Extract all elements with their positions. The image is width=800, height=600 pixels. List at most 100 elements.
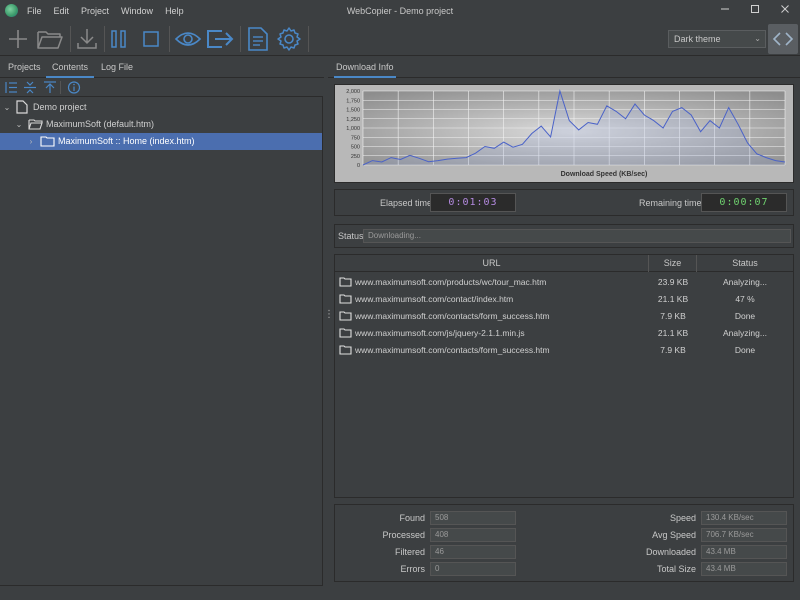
left-tab-bar: Projects Contents Log File xyxy=(0,57,324,78)
speed-chart-panel: 2,000 1,750 1,500 1,250 1,000 750 500 250 0 Downl… xyxy=(334,84,794,183)
downloaded-value: 43.4 MB xyxy=(701,545,787,559)
x-axis-label: Download Speed (KB/sec) xyxy=(561,171,648,178)
status-cell: Done xyxy=(734,345,756,355)
open-project-button[interactable] xyxy=(34,23,66,55)
avg-speed-label: Avg Speed xyxy=(652,530,696,540)
export-icon xyxy=(207,30,234,48)
theme-select[interactable]: Dark theme ⌄ xyxy=(668,30,766,48)
stop-button[interactable] xyxy=(135,23,167,55)
url-table: URL Size Status www.maximumsoft.com/prod… xyxy=(334,254,794,498)
table-row[interactable]: www.maximumsoft.com/contacts/form_succes… xyxy=(335,342,793,359)
status-cell: 47 % xyxy=(735,294,755,304)
size-cell: 21.1 KB xyxy=(657,294,689,304)
table-row[interactable]: www.maximumsoft.com/contact/index.htm 21… xyxy=(335,291,793,308)
new-project-button[interactable] xyxy=(2,23,34,55)
found-value: 508 xyxy=(430,511,516,525)
chevron-down-icon[interactable]: ⌄ xyxy=(2,99,12,116)
folder-icon xyxy=(40,136,55,147)
close-button[interactable] xyxy=(770,0,800,22)
table-row[interactable]: www.maximumsoft.com/products/wc/tour_mac… xyxy=(335,274,793,291)
total-size-label: Total Size xyxy=(656,564,696,574)
go-top-icon[interactable] xyxy=(43,81,57,94)
info-icon[interactable] xyxy=(67,81,81,94)
settings-button[interactable] xyxy=(273,23,305,55)
column-header-url[interactable]: URL xyxy=(335,255,649,272)
export-button[interactable] xyxy=(204,23,236,55)
minimize-button[interactable] xyxy=(710,0,740,22)
chevron-right-icon[interactable]: › xyxy=(26,133,36,150)
speed-label: Speed xyxy=(669,513,696,523)
processed-value: 408 xyxy=(430,528,516,542)
download-button[interactable] xyxy=(71,23,103,55)
close-icon xyxy=(781,5,789,13)
preview-button[interactable] xyxy=(172,23,204,55)
time-panel: Elapsed time 0:01:03 Remaining time 0:00… xyxy=(334,189,794,216)
tree-item-label: MaximumSoft :: Home (index.htm) xyxy=(58,136,195,146)
report-button[interactable] xyxy=(242,23,274,55)
folder-open-icon xyxy=(37,31,63,49)
panel-splitter[interactable]: ⋮ xyxy=(324,310,334,330)
menu-edit[interactable]: Edit xyxy=(54,0,70,22)
column-header-size[interactable]: Size xyxy=(649,255,697,272)
maximize-button[interactable] xyxy=(740,0,770,22)
status-panel: Status Downloading... xyxy=(334,224,794,248)
menu-file[interactable]: File xyxy=(27,0,42,22)
plus-icon xyxy=(9,30,27,48)
tab-download-info[interactable]: Download Info xyxy=(334,57,396,78)
collapse-all-icon[interactable] xyxy=(23,81,37,94)
menu-window[interactable]: Window xyxy=(121,0,153,22)
app-window: File Edit Project Window Help WebCopier … xyxy=(0,0,800,600)
folder-icon xyxy=(339,277,352,287)
size-cell: 21.1 KB xyxy=(657,328,689,338)
menu-bar: File Edit Project Window Help xyxy=(27,0,196,22)
download-speed-chart: 2,000 1,750 1,500 1,250 1,000 750 500 250 0 Downl… xyxy=(335,85,793,182)
tab-log-file[interactable]: Log File xyxy=(101,57,133,78)
elapsed-time-display: 0:01:03 xyxy=(430,193,516,212)
status-cell: Done xyxy=(734,311,756,321)
theme-select-value: Dark theme xyxy=(674,34,721,44)
folder-icon xyxy=(339,294,352,304)
tree-item-demo-project[interactable]: ⌄ Demo project xyxy=(0,99,322,116)
contents-tree: ⌄ Demo project ⌄ MaximumSoft (default.ht… xyxy=(0,96,323,586)
document-icon xyxy=(248,27,268,51)
y-tick-label: 1,750 xyxy=(346,98,360,104)
size-cell: 7.9 KB xyxy=(660,311,686,321)
y-tick-label: 500 xyxy=(351,145,360,151)
tree-item-label: Demo project xyxy=(33,102,87,112)
table-row[interactable]: www.maximumsoft.com/js/jquery-2.1.1.min.… xyxy=(335,325,793,342)
app-logo-icon xyxy=(5,4,18,17)
tree-item-maximumsoft-home[interactable]: › MaximumSoft :: Home (index.htm) xyxy=(0,133,322,150)
y-tick-label: 250 xyxy=(351,154,360,160)
status-field: Downloading... xyxy=(363,229,791,243)
url-cell: www.maximumsoft.com/products/wc/tour_mac… xyxy=(355,277,547,287)
menu-help[interactable]: Help xyxy=(165,0,184,22)
right-tab-bar: Download Info xyxy=(328,57,800,78)
status-cell: Analyzing... xyxy=(723,328,767,338)
title-bar: File Edit Project Window Help WebCopier … xyxy=(0,0,800,22)
table-row[interactable]: www.maximumsoft.com/contacts/form_succes… xyxy=(335,308,793,325)
column-header-status[interactable]: Status xyxy=(697,255,793,272)
maximize-icon xyxy=(751,5,759,13)
tree-item-maximumsoft-default[interactable]: ⌄ MaximumSoft (default.htm) xyxy=(0,116,322,133)
statistics-panel: Found 508 Processed 408 Filtered 46 Erro… xyxy=(334,504,794,582)
filtered-value: 46 xyxy=(430,545,516,559)
chevron-down-icon[interactable]: ⌄ xyxy=(14,116,24,133)
download-icon xyxy=(77,29,97,49)
y-tick-label: 1,000 xyxy=(346,126,360,132)
y-tick-label: 1,250 xyxy=(346,117,360,123)
tab-projects[interactable]: Projects xyxy=(8,57,41,78)
gear-icon xyxy=(277,27,301,51)
avg-speed-value: 706.7 KB/sec xyxy=(701,528,787,542)
code-view-button[interactable] xyxy=(768,24,798,54)
errors-value: 0 xyxy=(430,562,516,576)
table-header: URL Size Status xyxy=(335,255,793,272)
pause-button[interactable] xyxy=(103,23,135,55)
code-brackets-icon xyxy=(772,32,794,46)
total-size-value: 43.4 MB xyxy=(701,562,787,576)
menu-project[interactable]: Project xyxy=(81,0,109,22)
expand-all-icon[interactable] xyxy=(4,81,18,94)
found-label: Found xyxy=(399,513,425,523)
processed-label: Processed xyxy=(382,530,425,540)
remaining-time-label: Remaining time xyxy=(639,198,702,208)
tab-contents[interactable]: Contents xyxy=(46,57,95,78)
